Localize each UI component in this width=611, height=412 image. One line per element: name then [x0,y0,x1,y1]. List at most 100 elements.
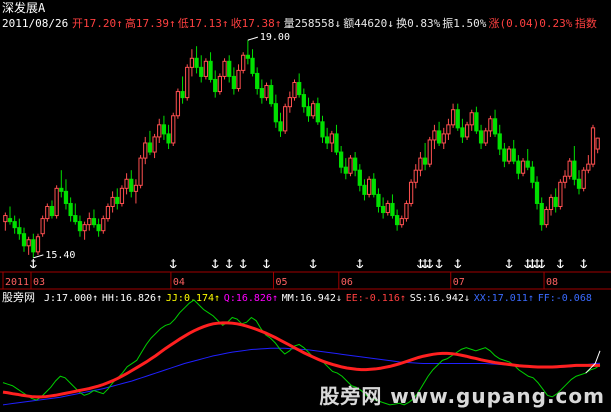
candle-body [455,109,460,129]
candle-body [185,66,190,99]
candle [339,146,344,174]
candle-body [460,127,465,138]
candle [283,103,288,134]
candle [558,179,563,210]
candle-body [404,202,409,220]
candle-body [311,103,316,117]
candle [255,67,260,95]
signal-marker-icon [29,259,37,269]
candle-body [394,215,400,226]
indicator-field-2: JJ:0.174↑ [166,293,220,304]
candle-body [329,133,334,144]
candle [511,139,516,165]
candle-body [175,91,181,117]
candle-body [91,218,97,226]
x-tick-label-3: 05 [276,277,288,288]
candle-body [133,184,139,192]
candle-body [478,130,484,144]
candle [222,58,227,80]
candle-body [558,181,563,207]
signal-marker-icon [309,259,317,269]
signal-marker-icon [239,259,247,269]
candle [385,200,390,216]
signal-marker-icon [356,259,364,269]
candle [343,158,348,180]
quote-field-6: 换0.83% [396,16,440,30]
indicator-field-8: FF:-0.068 [538,293,592,304]
candle [460,118,465,143]
candle [287,91,292,113]
candle-body [581,169,586,189]
candle-body [488,118,493,132]
candle-body [147,142,153,153]
candle-body [101,218,106,232]
candle [329,130,334,153]
candle [101,215,106,234]
candle [311,100,316,119]
candle [63,179,69,210]
candle [539,197,544,231]
candle-body [152,136,157,153]
candle [315,97,320,125]
stock-name: 深发展A [2,0,46,15]
candle-body [548,196,554,211]
candle [390,194,395,219]
candle-body [474,112,479,132]
candle-body [427,139,432,165]
candle-body [385,202,390,214]
candle-body [441,133,446,144]
candle [241,52,246,74]
candle [450,103,456,128]
quote-field-3: 收17.38↑ [231,16,282,30]
candle-body [413,169,418,183]
candle [362,179,367,201]
x-tick-label-6: 08 [546,277,558,288]
candle-body [7,218,13,223]
candle-body [436,130,442,144]
candle [273,94,278,128]
candle-body [348,157,353,174]
quote-field-7: 振1.50% [442,16,486,30]
candle [49,200,55,219]
candle [40,215,45,237]
candle-body [483,130,488,144]
candle [96,218,101,237]
candle [73,203,78,225]
candle-body [264,85,269,99]
signal-marker-icon [538,259,546,269]
candle-body [110,196,115,207]
candle-body [157,124,162,138]
candle-body [129,178,134,192]
candle-body [432,130,437,141]
indicator-name: 股旁网 [2,290,35,304]
candle-body [469,112,474,126]
candle [166,124,171,150]
candle [110,191,115,213]
candle [586,155,591,174]
candle-body [180,91,185,99]
candle-body [96,224,101,232]
candle-body [399,218,404,226]
candle-body [502,148,507,162]
candle-body [292,81,297,99]
signal-marker-icon [225,259,233,269]
candle-body [68,202,73,217]
candle-body [54,187,59,217]
candle [478,124,484,150]
candle [264,82,269,101]
quote-field-8: 涨(0.04)0.23% [489,17,573,30]
x-tick-label-2: 04 [173,277,185,288]
x-tick-label-5: 07 [453,277,465,288]
candle [68,197,73,222]
candle-body [562,175,568,183]
candle-body [49,205,55,217]
candle-body [166,133,171,144]
candle [399,215,404,228]
candle [171,112,176,146]
candle-body [203,60,209,77]
indicator-line-white [585,350,601,374]
candle-body [306,106,311,117]
price-annotation-1: 15.40 [45,250,75,261]
quote-field-4: 量258558↓ [284,17,341,30]
indicator-field-0: J:17.000↑ [44,293,98,304]
